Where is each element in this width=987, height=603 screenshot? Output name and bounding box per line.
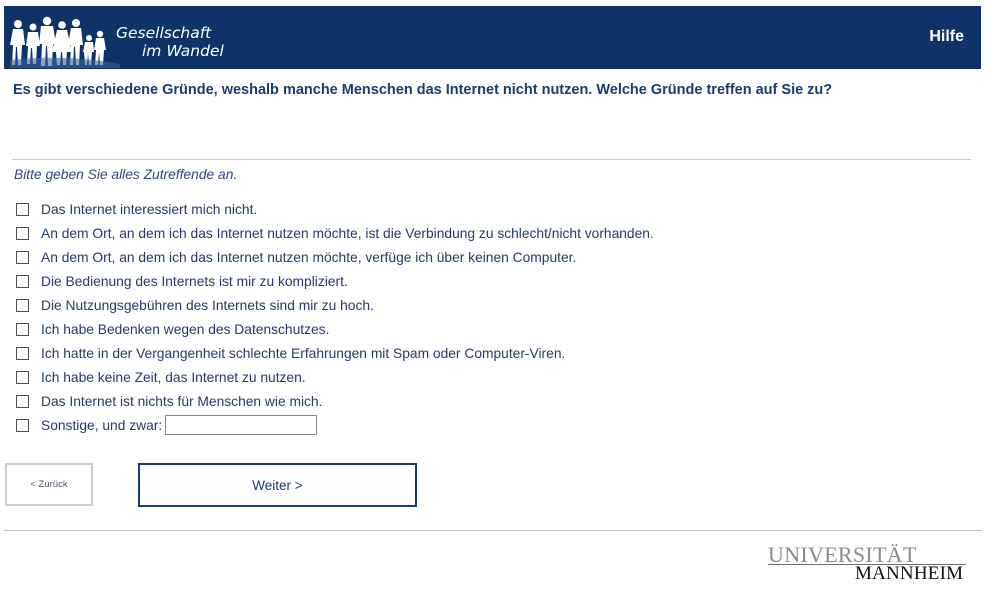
- option-row: Die Bedienung des Internets ist mir zu k…: [16, 269, 654, 293]
- option-label[interactable]: An dem Ort, an dem ich das Internet nutz…: [41, 250, 576, 265]
- checkbox[interactable]: [16, 346, 29, 360]
- option-row: Ich habe keine Zeit, das Internet zu nut…: [16, 365, 654, 389]
- option-label[interactable]: Das Internet interessiert mich nicht.: [41, 202, 257, 217]
- university-mannheim-logo: UNIVERSITÄT MANNHEIM: [768, 543, 968, 585]
- option-label[interactable]: Die Nutzungsgebühren des Internets sind …: [41, 298, 374, 313]
- gesellschaft-im-wandel-logo: Gesellschaft im Wandel: [10, 14, 240, 68]
- logo-line-1: Gesellschaft: [116, 24, 212, 42]
- instruction-hint: Bitte geben Sie alles Zutreffende an.: [14, 167, 238, 182]
- divider: [12, 159, 971, 160]
- other-text-input[interactable]: [165, 415, 318, 435]
- checkbox[interactable]: [16, 370, 29, 384]
- option-label[interactable]: Ich hatte in der Vergangenheit schlechte…: [41, 346, 565, 361]
- option-label[interactable]: Ich habe keine Zeit, das Internet zu nut…: [41, 370, 306, 385]
- people-silhouettes-icon: [10, 16, 120, 68]
- checkbox[interactable]: [16, 202, 29, 216]
- checkbox[interactable]: [16, 418, 29, 432]
- option-label[interactable]: Das Internet ist nichts für Menschen wie…: [41, 394, 322, 409]
- checkbox[interactable]: [16, 322, 29, 336]
- checkbox[interactable]: [16, 226, 29, 240]
- option-row: Die Nutzungsgebühren des Internets sind …: [16, 293, 654, 317]
- option-row: Das Internet interessiert mich nicht.: [16, 197, 654, 221]
- logo-wordmark: Gesellschaft im Wandel: [116, 24, 224, 60]
- checkbox[interactable]: [16, 250, 29, 264]
- checkbox[interactable]: [16, 298, 29, 312]
- checkbox[interactable]: [16, 394, 29, 408]
- answer-options: Das Internet interessiert mich nicht. An…: [16, 197, 654, 437]
- option-row-other: Sonstige, und zwar:: [16, 413, 654, 437]
- next-button[interactable]: Weiter >: [138, 463, 417, 507]
- option-row: Ich hatte in der Vergangenheit schlechte…: [16, 341, 654, 365]
- option-row: Ich habe Bedenken wegen des Datenschutze…: [16, 317, 654, 341]
- logo-line-2: im Wandel: [142, 42, 224, 60]
- option-label[interactable]: Die Bedienung des Internets ist mir zu k…: [41, 274, 348, 289]
- option-row: An dem Ort, an dem ich das Internet nutz…: [16, 221, 654, 245]
- option-label[interactable]: Ich habe Bedenken wegen des Datenschutze…: [41, 322, 329, 337]
- option-row: Das Internet ist nichts für Menschen wie…: [16, 389, 654, 413]
- checkbox[interactable]: [16, 274, 29, 288]
- question-text: Es gibt verschiedene Gründe, weshalb man…: [13, 82, 833, 98]
- header-bar: Gesellschaft im Wandel Hilfe: [4, 6, 981, 69]
- option-label[interactable]: An dem Ort, an dem ich das Internet nutz…: [41, 226, 654, 241]
- university-wordmark-bottom: MANNHEIM: [855, 563, 964, 584]
- back-button[interactable]: < Zurück: [5, 463, 93, 506]
- help-link[interactable]: Hilfe: [929, 28, 964, 46]
- option-row: An dem Ort, an dem ich das Internet nutz…: [16, 245, 654, 269]
- option-label[interactable]: Sonstige, und zwar:: [41, 418, 162, 433]
- footer-divider: [4, 530, 981, 531]
